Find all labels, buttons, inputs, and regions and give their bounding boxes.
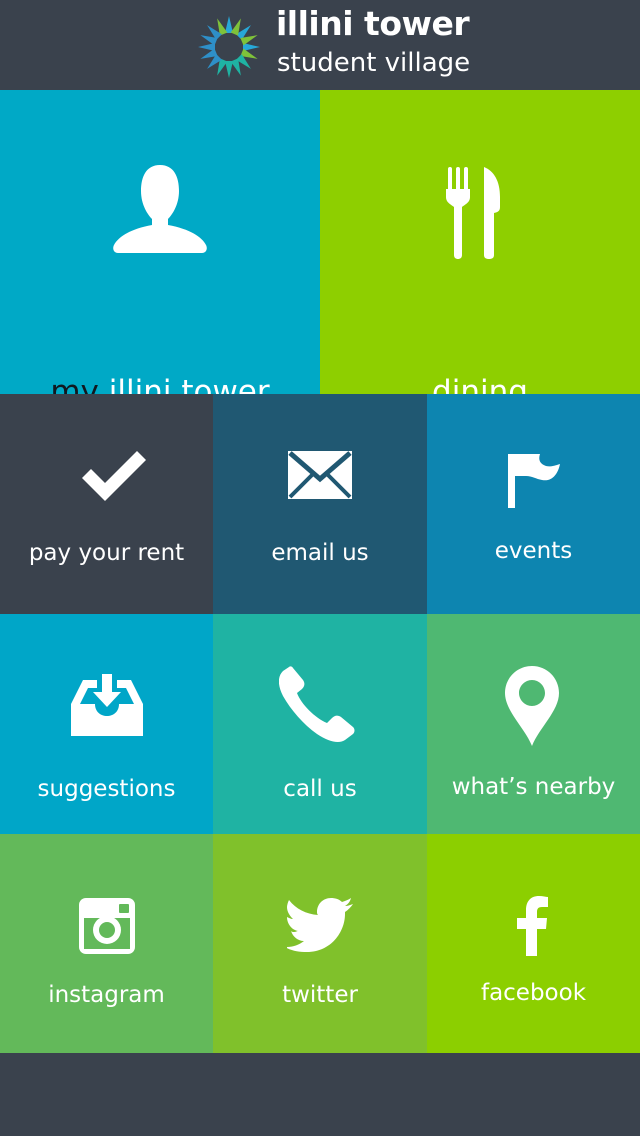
checkmark-icon [82, 451, 146, 501]
envelope-icon [288, 451, 352, 499]
my-label-word: my [50, 374, 99, 394]
twitter-label: twitter [282, 982, 358, 1008]
my-illini-tower-label: my illini tower [0, 374, 320, 394]
call-us-label: call us [283, 776, 357, 802]
flag-icon [508, 454, 560, 508]
suggestions-tile[interactable]: suggestions [0, 614, 213, 834]
events-label: events [494, 538, 573, 564]
suggestions-label: suggestions [37, 776, 176, 802]
instagram-tile[interactable]: instagram [0, 834, 213, 1053]
pay-rent-label: pay your rent [28, 540, 185, 566]
my-illini-tower-tile[interactable]: my illini tower [0, 90, 320, 394]
facebook-label: facebook [480, 980, 587, 1006]
whats-nearby-label: what’s nearby [451, 774, 616, 800]
email-us-tile[interactable]: email us [213, 394, 427, 614]
pay-rent-tile[interactable]: pay your rent [0, 394, 213, 614]
app-header: illini tower student village [0, 0, 640, 90]
brand-subtitle: student village [277, 48, 471, 78]
twitter-tile[interactable]: twitter [213, 834, 427, 1053]
instagram-label: instagram [48, 982, 165, 1008]
facebook-tile[interactable]: facebook [427, 834, 640, 1053]
email-us-label: email us [271, 540, 369, 566]
dining-label: dining [432, 374, 528, 394]
fork-knife-icon [446, 167, 500, 259]
inbox-download-icon [71, 674, 143, 736]
call-us-tile[interactable]: call us [213, 614, 427, 834]
footer-bar [0, 1053, 640, 1136]
starburst-logo-icon [198, 16, 260, 78]
twitter-bird-icon [287, 898, 353, 952]
instagram-icon [79, 898, 135, 954]
illini-tower-label-word: illini tower [108, 374, 270, 394]
person-icon [113, 165, 207, 253]
events-tile[interactable]: events [427, 394, 640, 614]
facebook-icon [517, 896, 548, 956]
app-screen: illini tower student village my illini t… [0, 0, 640, 1136]
phone-icon [279, 666, 355, 742]
brand-title: illini tower [276, 4, 470, 43]
map-pin-icon [505, 666, 559, 746]
dining-tile[interactable]: dining [320, 90, 640, 394]
whats-nearby-tile[interactable]: what’s nearby [427, 614, 640, 834]
